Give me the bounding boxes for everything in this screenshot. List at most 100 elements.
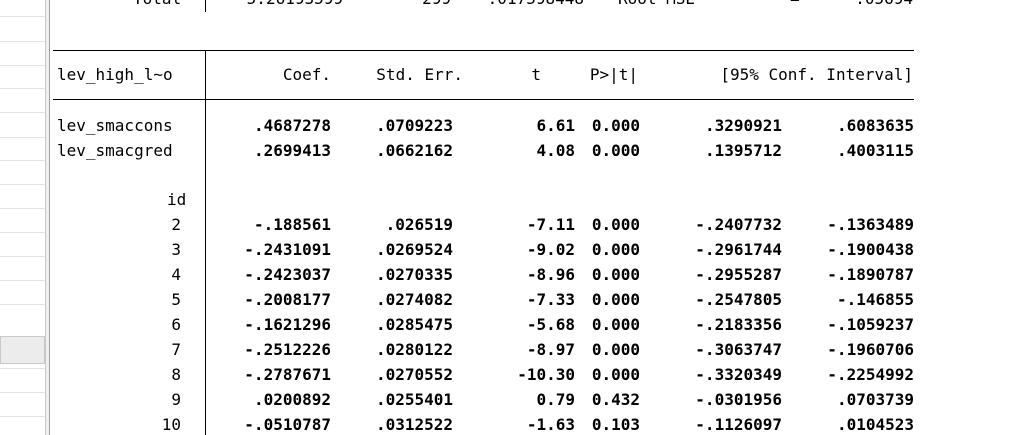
p-value: 0.000 xyxy=(591,315,640,334)
ci-upper: -.1960706 xyxy=(827,340,914,359)
p-value: 0.000 xyxy=(591,215,640,234)
list-item[interactable] xyxy=(0,65,45,66)
ci-upper: .4003115 xyxy=(836,141,914,160)
list-item[interactable] xyxy=(0,16,45,17)
ci-lower: -.2547805 xyxy=(695,290,782,309)
ci-lower: .3290921 xyxy=(704,116,782,135)
stderr-value: .0285475 xyxy=(375,315,453,334)
ci-lower: -.2183356 xyxy=(695,315,782,334)
column-t: t xyxy=(531,65,541,84)
ci-upper: -.1900438 xyxy=(827,240,914,259)
total-df: 299 xyxy=(391,0,451,8)
column-conf-interval: [95% Conf. Interval] xyxy=(720,65,913,84)
coef-value: -.2423037 xyxy=(244,265,331,284)
t-value: 6.61 xyxy=(536,116,575,135)
stderr-value: .0312522 xyxy=(375,415,453,434)
stderr-value: .0269524 xyxy=(375,240,453,259)
p-value: 0.000 xyxy=(591,240,640,259)
t-value: -1.63 xyxy=(526,415,575,434)
results-window: Total 5.26193599 299 .017598448 Root MSE… xyxy=(51,0,1013,435)
t-value: 0.79 xyxy=(536,390,575,409)
factor-label: id xyxy=(167,190,187,209)
t-value: -9.02 xyxy=(526,240,575,259)
stderr-value: .0709223 xyxy=(375,116,453,135)
ci-lower: -.2407732 xyxy=(695,215,782,234)
ci-upper: .0104523 xyxy=(836,415,914,434)
p-value: 0.103 xyxy=(591,415,640,434)
t-value: -7.11 xyxy=(526,215,575,234)
row-label: 10 xyxy=(161,415,181,434)
table-divider xyxy=(205,0,206,12)
t-value: -5.68 xyxy=(526,315,575,334)
stderr-value: .0255401 xyxy=(375,390,453,409)
t-value: -8.97 xyxy=(526,340,575,359)
panel-splitter[interactable] xyxy=(45,0,50,435)
row-label: 3 xyxy=(171,240,181,259)
list-item-selected[interactable] xyxy=(0,336,45,364)
ci-lower: -.3063747 xyxy=(695,340,782,359)
equals-sign: = xyxy=(790,0,800,8)
coef-value: -.2008177 xyxy=(244,290,331,309)
variables-panel[interactable] xyxy=(0,0,45,435)
list-item[interactable] xyxy=(0,392,45,393)
ci-lower: -.2961744 xyxy=(695,240,782,259)
stderr-value: .0270335 xyxy=(375,265,453,284)
p-value: 0.000 xyxy=(591,290,640,309)
list-item[interactable] xyxy=(0,232,45,233)
row-label: 6 xyxy=(171,315,181,334)
coef-value: -.2431091 xyxy=(244,240,331,259)
column-coef: Coef. xyxy=(282,65,331,84)
stderr-value: .0280122 xyxy=(375,340,453,359)
coef-value: .4687278 xyxy=(253,116,331,135)
row-label: 8 xyxy=(171,365,181,384)
column-stderr: Std. Err. xyxy=(376,65,463,84)
ci-lower: .1395712 xyxy=(704,141,782,160)
column-depvar: lev_high_l~o xyxy=(57,65,173,84)
list-item[interactable] xyxy=(0,416,45,417)
list-item[interactable] xyxy=(0,112,45,113)
root-mse-label: Root MSE xyxy=(618,0,695,8)
list-item[interactable] xyxy=(0,208,45,209)
table-top-rule xyxy=(53,50,914,51)
list-item[interactable] xyxy=(0,137,45,138)
stderr-value: .0274082 xyxy=(375,290,453,309)
p-value: 0.000 xyxy=(591,141,640,160)
ci-upper: -.2254992 xyxy=(827,365,914,384)
coef-value: -.2787671 xyxy=(244,365,331,384)
coef-value: .2699413 xyxy=(253,141,331,160)
ci-upper: .6083635 xyxy=(836,116,914,135)
list-item[interactable] xyxy=(0,368,45,369)
list-item[interactable] xyxy=(0,256,45,257)
coef-value: -.2512226 xyxy=(244,340,331,359)
t-value: -8.96 xyxy=(526,265,575,284)
list-item[interactable] xyxy=(0,184,45,185)
list-item[interactable] xyxy=(0,304,45,305)
coef-value: -.0510787 xyxy=(244,415,331,434)
list-item[interactable] xyxy=(0,88,45,89)
t-value: 4.08 xyxy=(536,141,575,160)
row-label: 5 xyxy=(171,290,181,309)
p-value: 0.000 xyxy=(591,365,640,384)
p-value: 0.000 xyxy=(591,265,640,284)
p-value: 0.432 xyxy=(591,390,640,409)
ci-lower: -.3320349 xyxy=(695,365,782,384)
list-item[interactable] xyxy=(0,280,45,281)
table-divider xyxy=(205,50,206,435)
row-label: 9 xyxy=(171,390,181,409)
ci-upper: .0703739 xyxy=(836,390,914,409)
row-label: 7 xyxy=(171,340,181,359)
ci-lower: -.1126097 xyxy=(695,415,782,434)
row-label: 4 xyxy=(171,265,181,284)
row-label: 2 xyxy=(171,215,181,234)
total-label: Total xyxy=(133,0,181,8)
list-item[interactable] xyxy=(0,160,45,161)
row-label: lev_smaccons xyxy=(57,116,173,135)
row-label: lev_smacgred xyxy=(57,141,173,160)
table-header-rule xyxy=(53,99,914,100)
t-value: -7.33 xyxy=(526,290,575,309)
stderr-value: .0662162 xyxy=(375,141,453,160)
ci-upper: -.146855 xyxy=(836,290,914,309)
list-item[interactable] xyxy=(0,41,45,42)
stderr-value: .026519 xyxy=(385,215,453,234)
t-value: -10.30 xyxy=(517,365,575,384)
